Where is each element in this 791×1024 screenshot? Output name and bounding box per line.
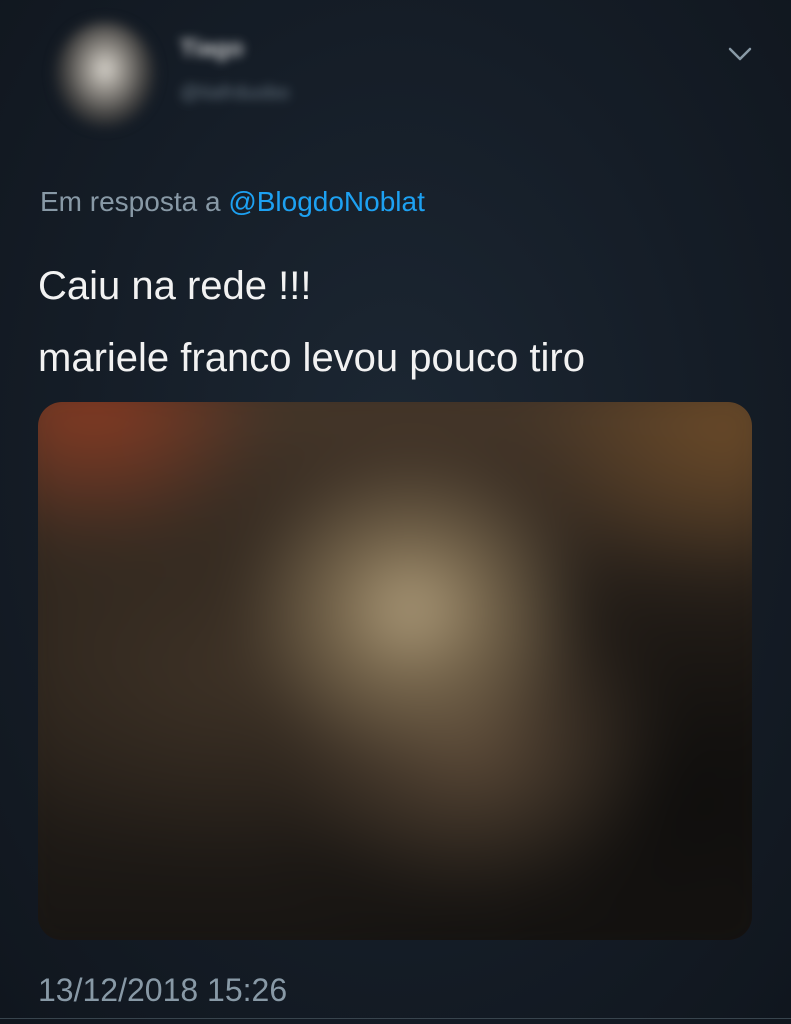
author-name[interactable]: Tiago: [180, 35, 244, 62]
chevron-down-icon[interactable]: [724, 40, 756, 68]
reply-mention-link[interactable]: @BlogdoNoblat: [228, 186, 425, 217]
tweet-media-image[interactable]: [38, 402, 752, 940]
avatar[interactable]: [55, 22, 155, 127]
reply-context: Em resposta a @BlogdoNoblat: [40, 186, 425, 218]
reply-prefix: Em resposta a: [40, 186, 221, 217]
blurred-image-content: [38, 402, 752, 940]
divider: [0, 1018, 791, 1019]
tweet-text-line: mariele franco levou pouco tiro: [38, 336, 585, 380]
author-handle[interactable]: @tiafrduobo: [180, 82, 289, 104]
tweet-card: Tiago @tiafrduobo Em resposta a @BlogdoN…: [0, 0, 791, 1024]
tweet-text-line: Caiu na rede !!!: [38, 264, 312, 308]
tweet-timestamp: 13/12/2018 15:26: [38, 972, 288, 1008]
tweet-text: Caiu na rede !!! mariele franco levou po…: [38, 250, 585, 394]
